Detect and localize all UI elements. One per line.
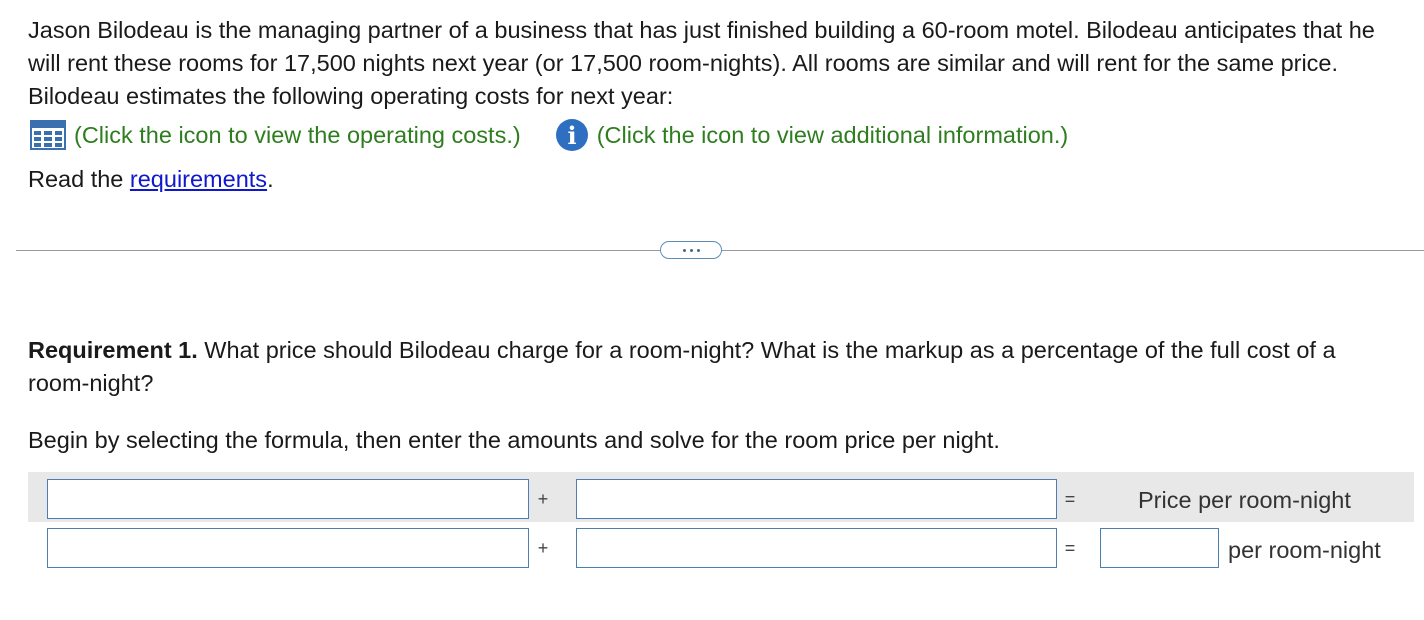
formula-term-1-select[interactable] bbox=[47, 479, 529, 519]
requirement-question: What price should Bilodeau charge for a … bbox=[28, 337, 1336, 396]
formula-term-2-select[interactable] bbox=[576, 479, 1057, 519]
expand-button[interactable] bbox=[660, 241, 722, 259]
read-prefix: Read the bbox=[28, 166, 130, 192]
plus-operator: + bbox=[537, 538, 549, 558]
plus-operator: + bbox=[537, 489, 549, 509]
requirement-1: Requirement 1. What price should Bilodea… bbox=[28, 334, 1398, 400]
additional-info-link-text[interactable]: (Click the icon to view additional infor… bbox=[597, 122, 1069, 149]
requirements-link[interactable]: requirements bbox=[130, 166, 267, 192]
table-grid-icon[interactable] bbox=[30, 120, 66, 150]
operating-costs-link[interactable]: (Click the icon to view the operating co… bbox=[30, 120, 521, 150]
additional-info-link[interactable]: i (Click the icon to view additional inf… bbox=[555, 118, 1069, 152]
price-per-room-night-label: Price per room-night bbox=[1138, 487, 1351, 513]
amount-1-input[interactable] bbox=[47, 528, 529, 568]
equals-operator: = bbox=[1064, 489, 1076, 509]
formula-instruction: Begin by selecting the formula, then ent… bbox=[28, 427, 1000, 453]
ellipsis-icon bbox=[682, 248, 686, 252]
read-suffix: . bbox=[267, 166, 274, 192]
read-requirements-line: Read the requirements. bbox=[28, 163, 274, 196]
operating-costs-link-text[interactable]: (Click the icon to view the operating co… bbox=[74, 122, 521, 149]
price-result-input[interactable] bbox=[1100, 528, 1219, 568]
problem-intro: Jason Bilodeau is the managing partner o… bbox=[28, 17, 1375, 109]
per-room-night-label: per room-night bbox=[1228, 537, 1381, 563]
info-icon[interactable]: i bbox=[555, 118, 589, 152]
helper-links: (Click the icon to view the operating co… bbox=[30, 118, 1068, 152]
equals-operator: = bbox=[1064, 538, 1076, 558]
amount-2-input[interactable] bbox=[576, 528, 1057, 568]
svg-text:i: i bbox=[567, 121, 576, 150]
requirement-label: Requirement 1. bbox=[28, 337, 198, 363]
